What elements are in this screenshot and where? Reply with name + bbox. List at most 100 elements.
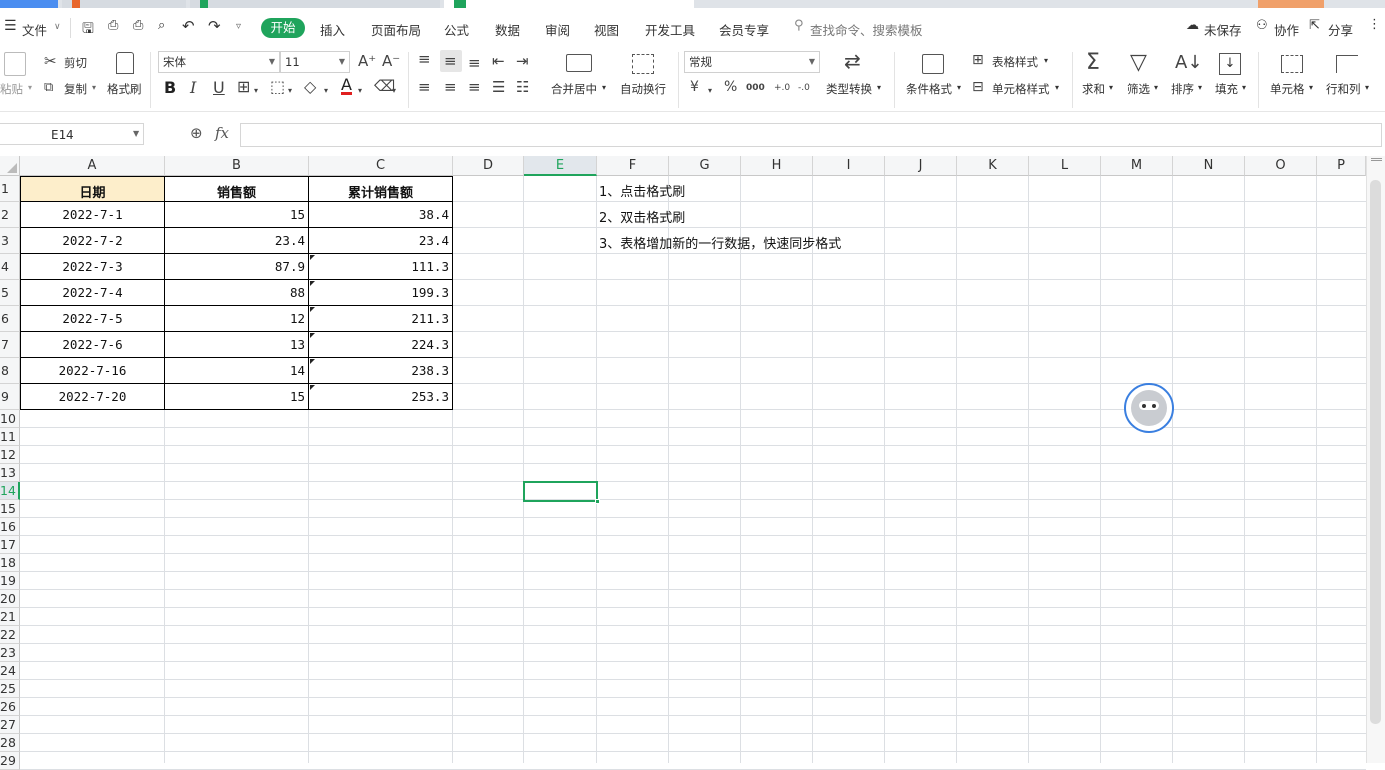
align-left-icon[interactable]: ≡	[418, 80, 431, 95]
thousands-button[interactable]: 000	[746, 81, 765, 96]
row-header-3[interactable]: 3	[0, 228, 20, 254]
chevron-down-icon[interactable]: ▾	[392, 83, 396, 98]
column-header-k[interactable]: K	[957, 156, 1029, 176]
chevron-down-icon[interactable]: ▾	[1309, 83, 1313, 92]
scroll-top-icon[interactable]	[1371, 158, 1382, 161]
table-cell[interactable]: 2022-7-2	[20, 228, 165, 254]
table-cell[interactable]: 238.3	[309, 358, 453, 384]
cell-button[interactable]: 单元格	[1270, 81, 1305, 97]
font-shrink-icon[interactable]: A⁻	[382, 54, 400, 69]
decimal-increase-button[interactable]: +.0	[774, 81, 790, 96]
active-cell-selection[interactable]	[523, 481, 600, 504]
unsaved-status[interactable]: 未保存	[1204, 20, 1242, 39]
error-indicator-icon[interactable]	[310, 281, 315, 286]
row-header-16[interactable]: 16	[0, 518, 20, 536]
sum-icon[interactable]: Σ	[1086, 52, 1100, 74]
fill-button[interactable]: 填充	[1215, 81, 1238, 97]
row-header-8[interactable]: 8	[0, 358, 20, 384]
row-header-1[interactable]: 1	[0, 176, 20, 202]
bold-button[interactable]: B	[164, 80, 176, 96]
percent-button[interactable]: %	[724, 80, 737, 95]
chevron-down-icon[interactable]: ▾	[602, 83, 606, 92]
table-cell[interactable]: 2022-7-1	[20, 202, 165, 228]
table-header-cell[interactable]: 销售额	[165, 176, 309, 202]
row-header-18[interactable]: 18	[0, 554, 20, 572]
quick-access-dropdown-icon[interactable]: ▿	[236, 21, 241, 32]
scrollbar-thumb[interactable]	[1370, 180, 1381, 724]
chevron-down-icon[interactable]: ▾	[1365, 83, 1369, 92]
formula-input[interactable]	[240, 123, 1382, 147]
column-header-h[interactable]: H	[741, 156, 813, 176]
type-convert-icon[interactable]: ⇄	[844, 51, 861, 71]
row-header-27[interactable]: 27	[0, 716, 20, 734]
row-col-icon[interactable]	[1336, 55, 1358, 73]
indent-increase-icon[interactable]: ⇥	[516, 54, 529, 69]
chevron-down-icon[interactable]: ▾	[1055, 83, 1059, 92]
zoom-icon[interactable]: ⊕	[190, 124, 203, 142]
tab-developer[interactable]: 开发工具	[645, 20, 695, 39]
document-tab-1[interactable]	[62, 0, 186, 8]
table-cell[interactable]: 15	[165, 202, 309, 228]
row-header-7[interactable]: 7	[0, 332, 20, 358]
tab-review[interactable]: 审阅	[545, 20, 570, 39]
indent-decrease-icon[interactable]: ⇤	[492, 54, 505, 69]
row-header-28[interactable]: 28	[0, 734, 20, 752]
select-all-corner[interactable]	[0, 156, 20, 176]
row-header-22[interactable]: 22	[0, 626, 20, 644]
chevron-down-icon[interactable]: ▾	[1109, 83, 1113, 92]
tab-insert[interactable]: 插入	[320, 20, 345, 39]
underline-button[interactable]: U	[213, 80, 225, 96]
column-header-n[interactable]: N	[1173, 156, 1245, 176]
font-name-select[interactable]: 宋体 ▼	[158, 51, 280, 73]
row-header-5[interactable]: 5	[0, 280, 20, 306]
share-button[interactable]: 分享	[1328, 20, 1353, 39]
chevron-down-icon[interactable]: ▾	[1198, 83, 1202, 92]
undo-icon[interactable]: ↶	[182, 17, 195, 35]
row-header-13[interactable]: 13	[0, 464, 20, 482]
table-cell[interactable]: 12	[165, 306, 309, 332]
table-cell[interactable]: 38.4	[309, 202, 453, 228]
chevron-down-icon[interactable]: ▾	[254, 83, 258, 98]
tab-data[interactable]: 数据	[495, 20, 520, 39]
tab-formulas[interactable]: 公式	[444, 20, 469, 39]
collab-button[interactable]: 协作	[1274, 20, 1299, 39]
conditional-format-button[interactable]: 条件格式	[906, 81, 952, 97]
table-cell[interactable]: 15	[165, 384, 309, 410]
table-cell[interactable]: 2022-7-6	[20, 332, 165, 358]
column-header-a[interactable]: A	[20, 156, 165, 176]
export-pdf-icon[interactable]: ⎙	[108, 18, 118, 33]
table-cell[interactable]: 253.3	[309, 384, 453, 410]
row-header-4[interactable]: 4	[0, 254, 20, 280]
sort-icon[interactable]: A↓	[1175, 53, 1202, 73]
align-center-icon[interactable]: ≡	[444, 80, 457, 95]
italic-button[interactable]: I	[190, 80, 196, 96]
chevron-down-icon[interactable]: ▾	[708, 83, 712, 98]
format-painter-button[interactable]: 格式刷	[107, 81, 142, 97]
chevron-down-icon[interactable]: ▾	[324, 83, 328, 98]
table-cell[interactable]: 23.4	[165, 228, 309, 254]
row-header-21[interactable]: 21	[0, 608, 20, 626]
cut-button[interactable]: 剪切	[64, 55, 87, 71]
tab-member[interactable]: 会员专享	[719, 20, 769, 39]
distributed-icon[interactable]: ☷	[516, 80, 529, 95]
wrap-text-icon[interactable]	[632, 54, 654, 74]
fill-icon[interactable]: ↓	[1219, 53, 1241, 75]
column-header-l[interactable]: L	[1029, 156, 1101, 176]
chevron-down-icon[interactable]: ▾	[288, 83, 292, 98]
error-indicator-icon[interactable]	[310, 359, 315, 364]
column-header-d[interactable]: D	[453, 156, 524, 176]
name-box[interactable]: E14 ▼	[0, 123, 144, 145]
document-tab-2[interactable]	[190, 0, 440, 8]
table-cell[interactable]: 224.3	[309, 332, 453, 358]
chevron-down-icon[interactable]: ▾	[28, 83, 32, 92]
chevron-down-icon[interactable]: ▾	[1154, 83, 1158, 92]
row-header-9[interactable]: 9	[0, 384, 20, 410]
note-3[interactable]: 3、表格增加新的一行数据，快速同步格式	[599, 233, 841, 252]
menu-file[interactable]: 文件	[22, 20, 47, 39]
tab-home[interactable]: 开始	[261, 18, 305, 38]
align-right-icon[interactable]: ≡	[468, 80, 481, 95]
print-preview-icon[interactable]: ⌕	[158, 18, 165, 33]
chevron-down-icon[interactable]: ∨	[54, 22, 61, 32]
table-cell[interactable]: 2022-7-3	[20, 254, 165, 280]
font-grow-icon[interactable]: A⁺	[358, 54, 376, 69]
